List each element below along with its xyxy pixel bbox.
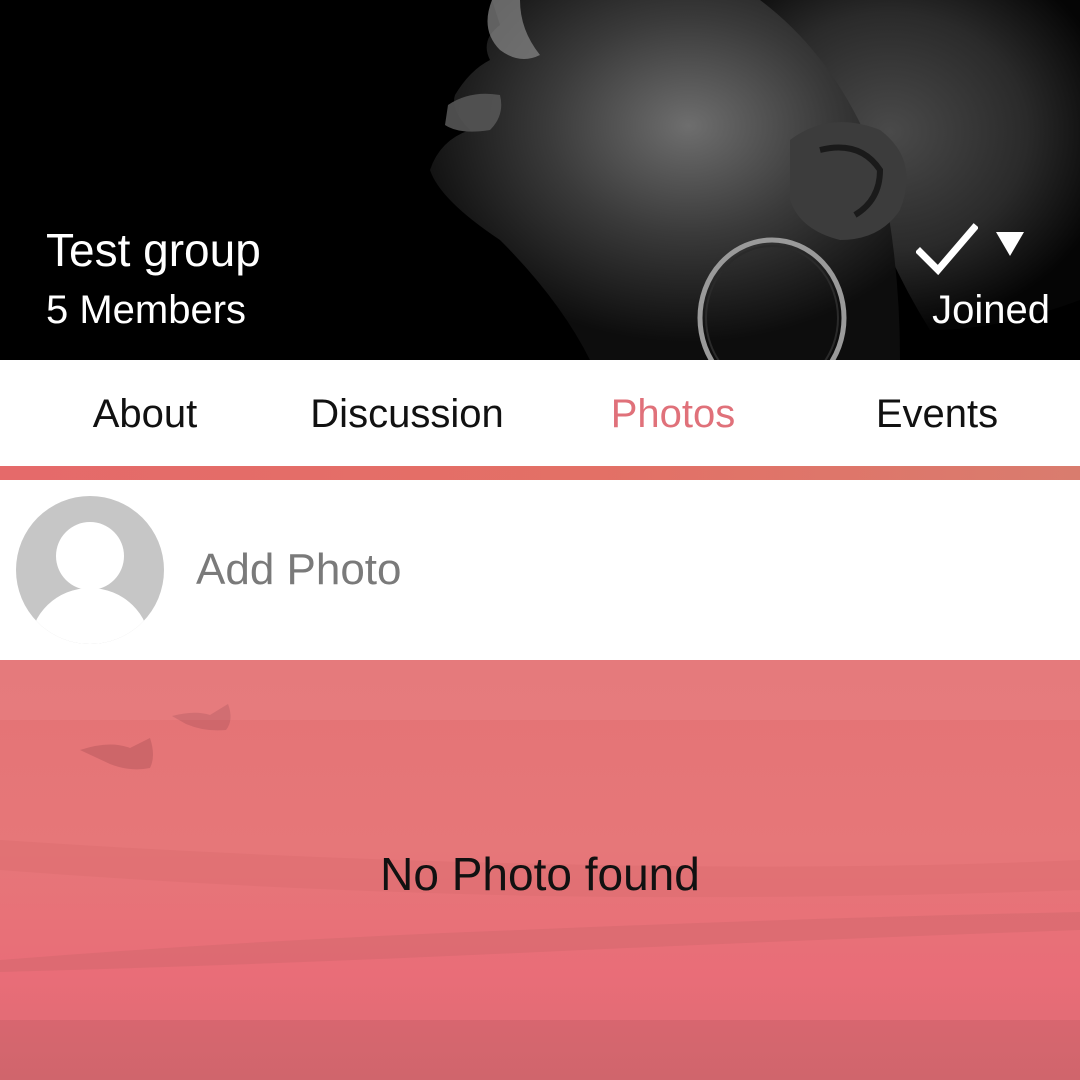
group-name: Test group (46, 224, 261, 276)
tab-discussion[interactable]: Discussion (272, 360, 542, 466)
default-avatar-icon (16, 496, 164, 644)
check-icon (916, 223, 978, 276)
tab-about[interactable]: About (10, 360, 280, 466)
group-member-count: 5 Members (46, 288, 247, 332)
active-tab-indicator (0, 466, 1080, 480)
tab-photos[interactable]: Photos (538, 360, 808, 466)
caret-down-icon (996, 232, 1024, 256)
tab-events[interactable]: Events (802, 360, 1072, 466)
joined-dropdown-button[interactable]: Joined (870, 214, 1050, 344)
join-status-label: Joined (932, 288, 1050, 332)
add-photo-row[interactable]: Add Photo (0, 480, 1080, 660)
empty-state-message: No Photo found (380, 848, 700, 900)
group-cover: Test group 5 Members Joined (0, 0, 1080, 360)
group-tabs: About Discussion Photos Events (0, 360, 1080, 466)
add-photo-label: Add Photo (196, 545, 402, 594)
group-screen: Test group 5 Members Joined About Discus… (0, 0, 1080, 1080)
photos-empty-area: No Photo found (0, 660, 1080, 1080)
